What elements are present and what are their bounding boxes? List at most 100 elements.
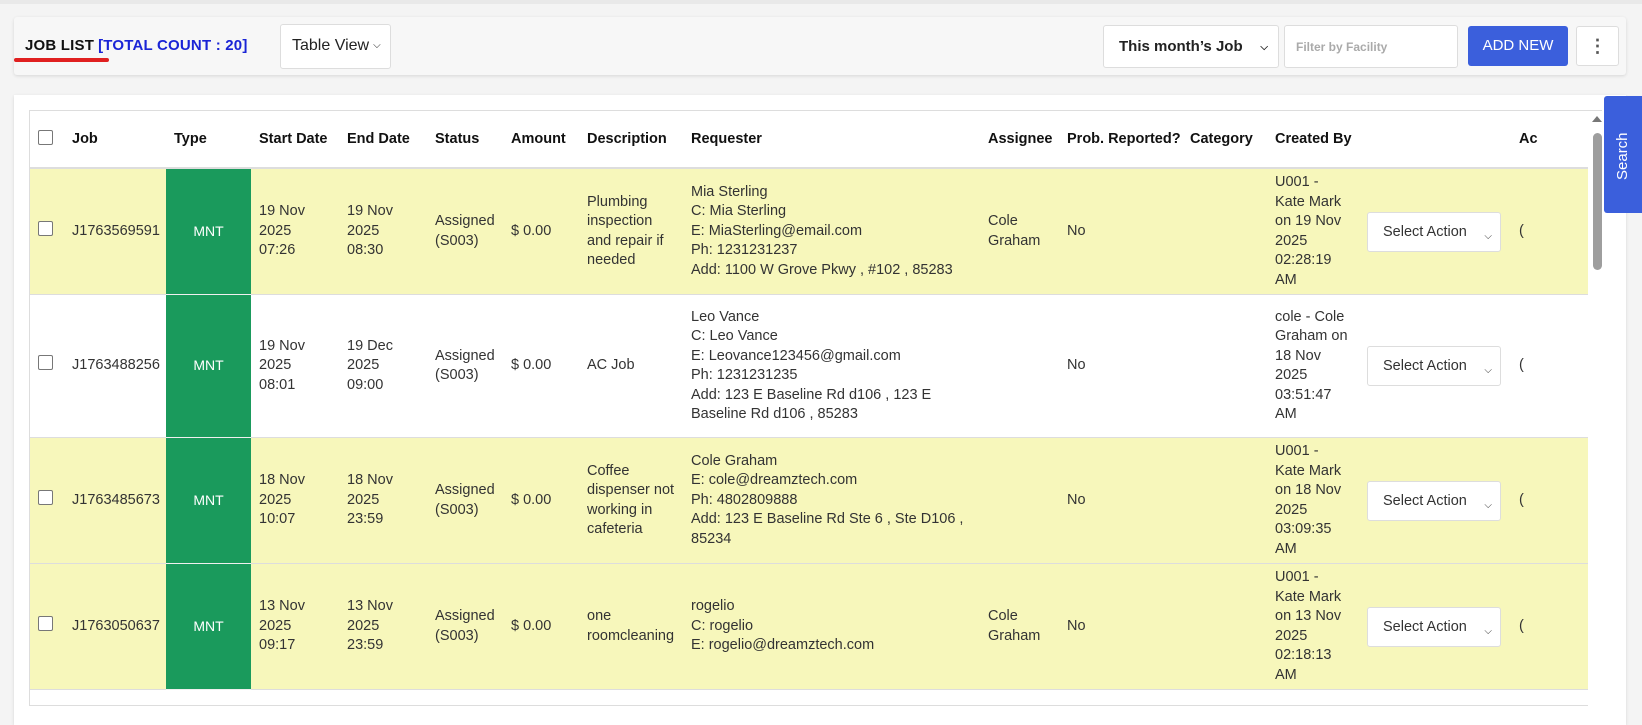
action-cell: Select Action ⌵ — [1359, 563, 1511, 690]
description-cell: Plumbing inspection and repair if needed — [579, 168, 683, 295]
chevron-down-icon: ⌵ — [1484, 230, 1492, 242]
facility-filter-input[interactable]: Filter by Facility — [1284, 25, 1458, 68]
start-date-cell: 18 Nov 2025 10:07 — [251, 437, 339, 564]
row-select-cell — [30, 437, 64, 564]
requester-cell: Leo Vance C: Leo Vance E: Leovance123456@g… — [683, 294, 980, 438]
description-cell: AC Job — [579, 294, 683, 438]
requester-line: Ph: 1231231237 — [691, 242, 798, 259]
created-by-cell: U001 - Kate Mark on 19 Nov 2025 02:28:19… — [1267, 168, 1359, 295]
problem-reported-cell: No — [1059, 168, 1182, 295]
job-id-cell[interactable]: J1763569591 — [64, 168, 166, 295]
column-header[interactable]: Start Date — [251, 111, 339, 169]
requester-line: C: rogelio — [691, 617, 754, 634]
requester-line: Add: 1100 W Grove Pkwy , #102 , 85283 — [691, 261, 953, 278]
status-cell: Assigned (S003) — [427, 563, 503, 690]
created-by-cell: U001 - Kate Mark on 13 Nov 2025 02:18:13… — [1267, 563, 1359, 690]
chevron-down-icon: ⌵ — [1484, 499, 1492, 511]
column-header[interactable]: Type — [166, 111, 251, 169]
status-cell: Assigned (S003) — [427, 437, 503, 564]
end-date-cell: 19 Dec 2025 09:00 — [339, 294, 427, 438]
description-cell: Coffee dispenser not working in cafeteri… — [579, 437, 683, 564]
table-header-row: Job Type Start Date End Date Status Amou… — [30, 111, 1602, 169]
view-mode-value: Table View — [292, 37, 370, 54]
created-by-cell: U001 - Kate Mark on 18 Nov 2025 03:09:35… — [1267, 437, 1359, 564]
select-action-label: Select Action — [1383, 618, 1467, 635]
select-action-dropdown[interactable]: Select Action ⌵ — [1367, 346, 1501, 386]
column-header[interactable]: Description — [579, 111, 683, 169]
category-cell — [1182, 294, 1267, 438]
table-row[interactable]: J1763485673 MNT 18 Nov 2025 10:07 18 Nov 20… — [30, 437, 1602, 564]
top-strip — [0, 0, 1642, 4]
problem-reported-cell: No — [1059, 294, 1182, 438]
scroll-up-arrow-icon[interactable] — [1592, 116, 1602, 122]
column-header[interactable]: Prob. Reported? — [1059, 111, 1182, 169]
row-select-cell — [30, 294, 64, 438]
column-header[interactable]: Requester — [683, 111, 980, 169]
job-table-panel: Job Type Start Date End Date Status Amou… — [14, 95, 1626, 725]
more-options-icon[interactable]: ⋮ — [1576, 26, 1619, 66]
table-row[interactable]: J1763488256 MNT 19 Nov 2025 08:01 19 Dec 20… — [30, 294, 1602, 438]
created-by-cell: cole - Cole Graham on 18 Nov 2025 03:51:… — [1267, 294, 1359, 438]
job-table-scroll-area[interactable]: Job Type Start Date End Date Status Amou… — [29, 110, 1602, 706]
row-checkbox[interactable] — [38, 489, 53, 505]
column-header[interactable]: Amount — [503, 111, 579, 169]
category-cell — [1182, 168, 1267, 295]
column-header[interactable]: Category — [1182, 111, 1267, 169]
end-date-cell: 18 Nov 2025 23:59 — [339, 437, 427, 564]
period-filter-value: This month’s Job — [1119, 38, 1243, 55]
search-side-tab-label: Search — [1614, 132, 1631, 180]
requester-line: Leo Vance — [691, 308, 760, 325]
start-date-cell: 19 Nov 2025 07:26 — [251, 168, 339, 295]
chevron-down-icon: ⌵ — [373, 40, 381, 51]
column-header[interactable]: Created By — [1267, 111, 1359, 169]
job-id-cell[interactable]: J1763485673 — [64, 437, 166, 564]
requester-line: E: Leovance123456@gmail.com — [691, 347, 901, 364]
requester-line: Add: 123 E Baseline Rd d106 , 123 E Base… — [691, 386, 932, 423]
amount-cell: $ 0.00 — [503, 294, 579, 438]
category-cell — [1182, 563, 1267, 690]
search-side-tab[interactable]: Search — [1604, 96, 1642, 213]
chevron-down-icon: ⌵ — [1484, 365, 1492, 376]
view-mode-select[interactable]: Table View ⌵ — [280, 24, 391, 69]
table-row[interactable]: J1763569591 MNT 19 Nov 2025 07:26 19 Nov 20… — [30, 168, 1602, 295]
column-header[interactable]: Assignee — [980, 111, 1059, 169]
description-cell: one roomcleaning — [579, 563, 683, 690]
page-title: JOB LIST [TOTAL COUNT : 20] — [25, 37, 248, 54]
column-header[interactable]: Status — [427, 111, 503, 169]
action-cell: Select Action ⌵ — [1359, 437, 1511, 564]
row-select-cell — [30, 563, 64, 690]
requester-line: Mia Sterling — [691, 183, 768, 200]
requester-line: Cole Graham — [691, 452, 778, 469]
row-checkbox[interactable] — [38, 220, 53, 236]
job-id-cell[interactable]: J1763050637 — [64, 563, 166, 690]
requester-cell: Mia Sterling C: Mia Sterling E: MiaSterlin… — [683, 168, 980, 295]
requester-line: E: rogelio@dreamztech.com — [691, 637, 875, 654]
select-action-dropdown[interactable]: Select Action ⌵ — [1367, 606, 1501, 647]
assignee-cell: Cole Graham — [980, 168, 1059, 295]
requester-line: E: cole@dreamztech.com — [691, 472, 858, 489]
job-id-cell[interactable]: J1763488256 — [64, 294, 166, 438]
column-header[interactable]: Job — [64, 111, 166, 169]
status-cell: Assigned (S003) — [427, 294, 503, 438]
row-checkbox[interactable] — [38, 615, 53, 631]
column-header — [1359, 111, 1511, 169]
requester-line: C: Mia Sterling — [691, 203, 787, 220]
table-row[interactable]: J1763050637 MNT 13 Nov 2025 09:17 13 Nov 20… — [30, 563, 1602, 690]
requester-line: Ph: 4802809888 — [691, 491, 798, 508]
select-action-dropdown[interactable]: Select Action ⌵ — [1367, 211, 1501, 252]
action-cell: Select Action ⌵ — [1359, 168, 1511, 295]
amount-cell: $ 0.00 — [503, 168, 579, 295]
select-all-checkbox[interactable] — [38, 129, 53, 145]
select-action-dropdown[interactable]: Select Action ⌵ — [1367, 480, 1501, 521]
row-checkbox[interactable] — [38, 355, 53, 371]
end-date-cell: 19 Nov 2025 08:30 — [339, 168, 427, 295]
assignee-cell — [980, 437, 1059, 564]
category-cell — [1182, 437, 1267, 564]
add-new-button[interactable]: ADD NEW — [1468, 26, 1568, 66]
amount-cell: $ 0.00 — [503, 437, 579, 564]
column-header[interactable]: End Date — [339, 111, 427, 169]
end-date-cell: 13 Nov 2025 23:59 — [339, 563, 427, 690]
scrollbar-thumb[interactable] — [1593, 133, 1602, 270]
problem-reported-cell: No — [1059, 437, 1182, 564]
period-filter-select[interactable]: This month’s Job ⌵ — [1103, 25, 1279, 68]
